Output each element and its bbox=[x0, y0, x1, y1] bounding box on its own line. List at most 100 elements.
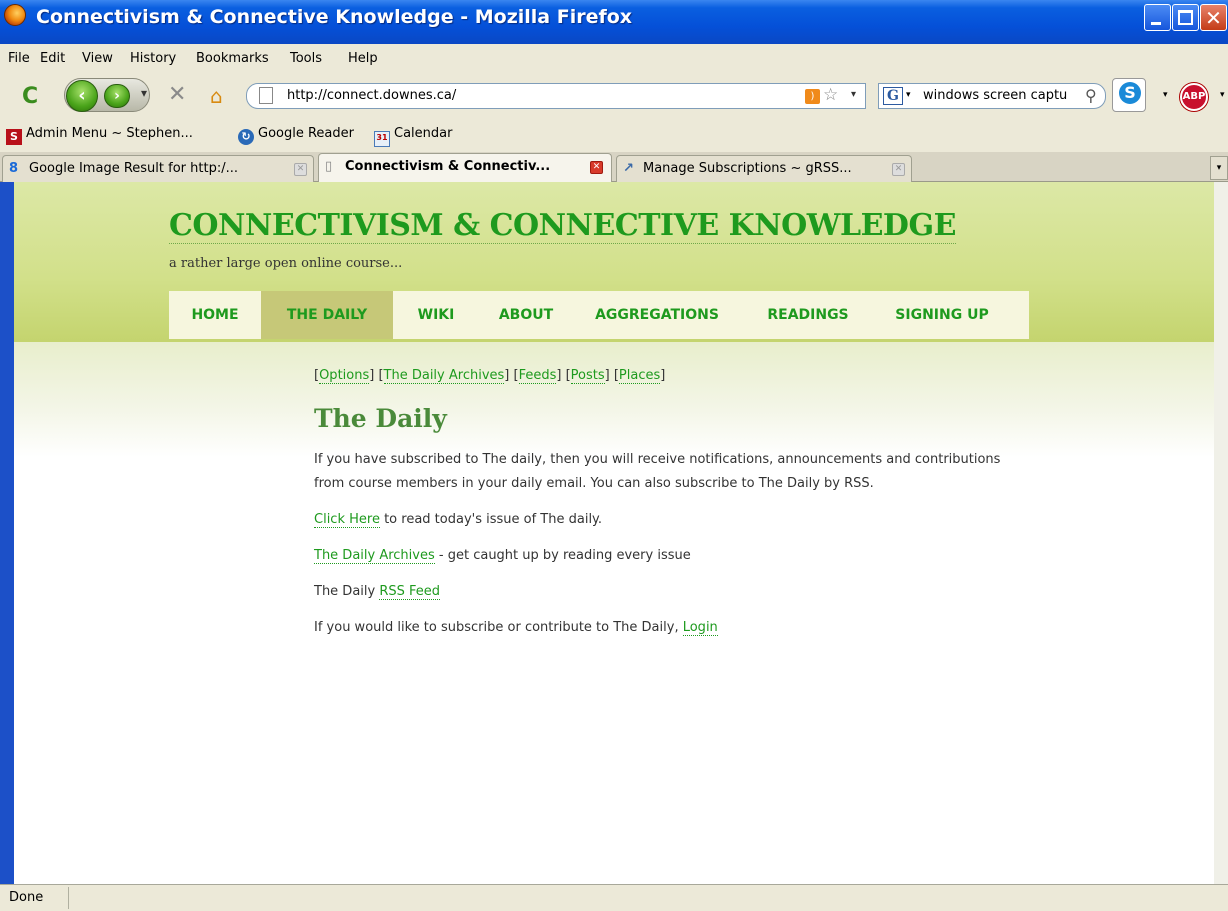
nav-signing-up[interactable]: SIGNING UP bbox=[875, 291, 1009, 339]
firefox-icon bbox=[4, 4, 26, 26]
bookmark-label: Google Reader bbox=[258, 126, 354, 141]
skype-icon: S bbox=[1119, 82, 1141, 104]
menu-bar: File Edit View History Bookmarks Tools H… bbox=[0, 44, 1228, 74]
status-text: Done bbox=[9, 890, 44, 905]
menu-tools[interactable]: Tools bbox=[290, 51, 322, 66]
login-link[interactable]: Login bbox=[682, 620, 718, 636]
window-title: Connectivism & Connective Knowledge - Mo… bbox=[36, 6, 633, 28]
tab-google-image-result[interactable]: 8 Google Image Result for http:/... ✕ bbox=[2, 155, 314, 182]
menu-bookmarks[interactable]: Bookmarks bbox=[196, 51, 269, 66]
intro-line-1: If you have subscribed to The daily, the… bbox=[314, 452, 1001, 467]
rss-feed-link[interactable]: RSS Feed bbox=[379, 584, 441, 600]
search-engine-icon[interactable]: G bbox=[883, 87, 903, 105]
home-icon[interactable]: ⌂ bbox=[210, 84, 223, 108]
site-header: CONNECTIVISM & CONNECTIVE KNOWLEDGE a ra… bbox=[14, 182, 1228, 342]
login-paragraph: If you would like to subscribe or contri… bbox=[314, 616, 1114, 640]
minimize-icon bbox=[1151, 22, 1161, 25]
navigation-toolbar: C ‹ › ▾ ✕ ⌂ http://connect.downes.ca/ ) … bbox=[0, 74, 1228, 118]
menu-help[interactable]: Help bbox=[348, 51, 378, 66]
stop-icon[interactable]: ✕ bbox=[168, 82, 186, 107]
tab-list-dropdown-icon[interactable]: ▾ bbox=[1210, 156, 1228, 180]
nav-about[interactable]: ABOUT bbox=[479, 291, 573, 339]
nav-readings[interactable]: READINGS bbox=[741, 291, 875, 339]
tab-label: Connectivism & Connectiv... bbox=[345, 159, 551, 174]
nav-home[interactable]: HOME bbox=[169, 291, 261, 339]
skype-dropdown-icon[interactable]: ▾ bbox=[1163, 90, 1168, 100]
minimize-button[interactable] bbox=[1144, 4, 1171, 31]
search-icon[interactable]: ⚲ bbox=[1085, 86, 1097, 105]
menu-file[interactable]: File bbox=[8, 51, 30, 66]
search-input[interactable]: windows screen captu bbox=[923, 88, 1083, 103]
search-engine-dropdown-icon[interactable]: ▾ bbox=[906, 90, 911, 100]
page-icon bbox=[259, 87, 273, 104]
bookmarks-toolbar: S Admin Menu ~ Stephen... ↻ Google Reader … bbox=[0, 118, 1228, 152]
history-dropdown-icon[interactable]: ▾ bbox=[141, 86, 147, 100]
url-bar[interactable]: http://connect.downes.ca/ ) ☆ ▾ bbox=[246, 83, 866, 109]
maximize-button[interactable] bbox=[1172, 4, 1199, 31]
back-button[interactable]: ‹ bbox=[66, 80, 98, 112]
menu-edit[interactable]: Edit bbox=[40, 51, 65, 66]
archives-text: - get caught up by reading every issue bbox=[434, 548, 691, 563]
google-icon: 8 bbox=[9, 161, 19, 176]
maximize-icon bbox=[1178, 10, 1193, 25]
tab-strip: 8 Google Image Result for http:/... ✕ ▯ … bbox=[0, 152, 1228, 182]
menu-history[interactable]: History bbox=[130, 51, 176, 66]
close-tab-icon[interactable]: ✕ bbox=[590, 161, 603, 174]
s-icon: S bbox=[6, 129, 22, 145]
site-tagline: a rather large open online course... bbox=[169, 256, 403, 271]
url-text[interactable]: http://connect.downes.ca/ bbox=[287, 88, 456, 103]
close-tab-icon[interactable]: ✕ bbox=[294, 163, 307, 176]
tab-label: Google Image Result for http:/... bbox=[29, 161, 238, 176]
rss-feed-icon[interactable]: ) bbox=[805, 89, 820, 104]
bookmark-star-icon[interactable]: ☆ bbox=[823, 85, 838, 105]
header-fade bbox=[14, 342, 1228, 457]
link-places[interactable]: Places bbox=[618, 368, 661, 384]
archives-paragraph: The Daily Archives - get caught up by re… bbox=[314, 544, 1114, 568]
google-reader-icon: ↻ bbox=[238, 129, 254, 145]
page-icon: ▯ bbox=[325, 159, 333, 174]
bookmark-admin-menu[interactable]: S Admin Menu ~ Stephen... bbox=[6, 126, 193, 145]
tab-label: Manage Subscriptions ~ gRSS... bbox=[643, 161, 852, 176]
rss-text: The Daily bbox=[314, 584, 380, 599]
tab-connectivism[interactable]: ▯ Connectivism & Connectiv... ✕ bbox=[318, 153, 612, 182]
close-tab-icon[interactable]: ✕ bbox=[892, 163, 905, 176]
click-here-link[interactable]: Click Here bbox=[314, 512, 380, 528]
link-options[interactable]: Options bbox=[319, 368, 370, 384]
reload-icon[interactable]: C bbox=[22, 84, 38, 109]
nav-aggregations[interactable]: AGGREGATIONS bbox=[573, 291, 741, 339]
url-dropdown-icon[interactable]: ▾ bbox=[851, 89, 856, 100]
calendar-icon: 31 bbox=[374, 131, 390, 147]
intro-line-2: from course members in your daily email.… bbox=[314, 476, 874, 491]
bookmark-label: Calendar bbox=[394, 126, 453, 141]
close-window-button[interactable]: ✕ bbox=[1200, 4, 1227, 31]
link-feeds[interactable]: Feeds bbox=[518, 368, 557, 384]
click-here-paragraph: Click Here to read today's issue of The … bbox=[314, 508, 1114, 532]
window-titlebar: Connectivism & Connective Knowledge - Mo… bbox=[0, 0, 1228, 44]
tab-manage-subscriptions[interactable]: ↗ Manage Subscriptions ~ gRSS... ✕ bbox=[616, 155, 912, 182]
adblock-plus-icon[interactable]: ABP bbox=[1180, 83, 1208, 111]
menu-view[interactable]: View bbox=[82, 51, 113, 66]
search-bar[interactable]: G ▾ windows screen captu ⚲ bbox=[878, 83, 1106, 109]
close-icon: ✕ bbox=[1205, 6, 1222, 30]
login-text: If you would like to subscribe or contri… bbox=[314, 620, 683, 635]
link-daily-archives[interactable]: The Daily Archives bbox=[383, 368, 505, 384]
nav-wiki[interactable]: WIKI bbox=[393, 291, 479, 339]
bookmark-google-reader[interactable]: ↻ Google Reader bbox=[238, 126, 354, 145]
skype-button[interactable]: S bbox=[1112, 78, 1146, 112]
forward-button[interactable]: › bbox=[104, 84, 130, 108]
site-navigation: HOME THE DAILY WIKI ABOUT AGGREGATIONS R… bbox=[169, 291, 1029, 339]
link-posts[interactable]: Posts bbox=[570, 368, 605, 384]
rss-paragraph: The Daily RSS Feed bbox=[314, 580, 1114, 604]
status-divider bbox=[68, 887, 69, 909]
archives-link[interactable]: The Daily Archives bbox=[314, 548, 435, 564]
status-bar: Done bbox=[0, 884, 1228, 911]
page-heading: The Daily bbox=[314, 404, 447, 433]
bookmark-calendar[interactable]: 31 Calendar bbox=[374, 126, 452, 147]
scrollbar-area[interactable] bbox=[1214, 182, 1228, 884]
site-title[interactable]: CONNECTIVISM & CONNECTIVE KNOWLEDGE bbox=[169, 208, 956, 244]
click-here-text: to read today's issue of The daily. bbox=[379, 512, 603, 527]
toolbar-overflow-icon[interactable]: ▾ bbox=[1220, 90, 1225, 100]
page-tools: [Options] [The Daily Archives] [Feeds] [… bbox=[314, 368, 666, 384]
page-viewport: CONNECTIVISM & CONNECTIVE KNOWLEDGE a ra… bbox=[0, 182, 1228, 884]
nav-the-daily[interactable]: THE DAILY bbox=[261, 291, 393, 339]
